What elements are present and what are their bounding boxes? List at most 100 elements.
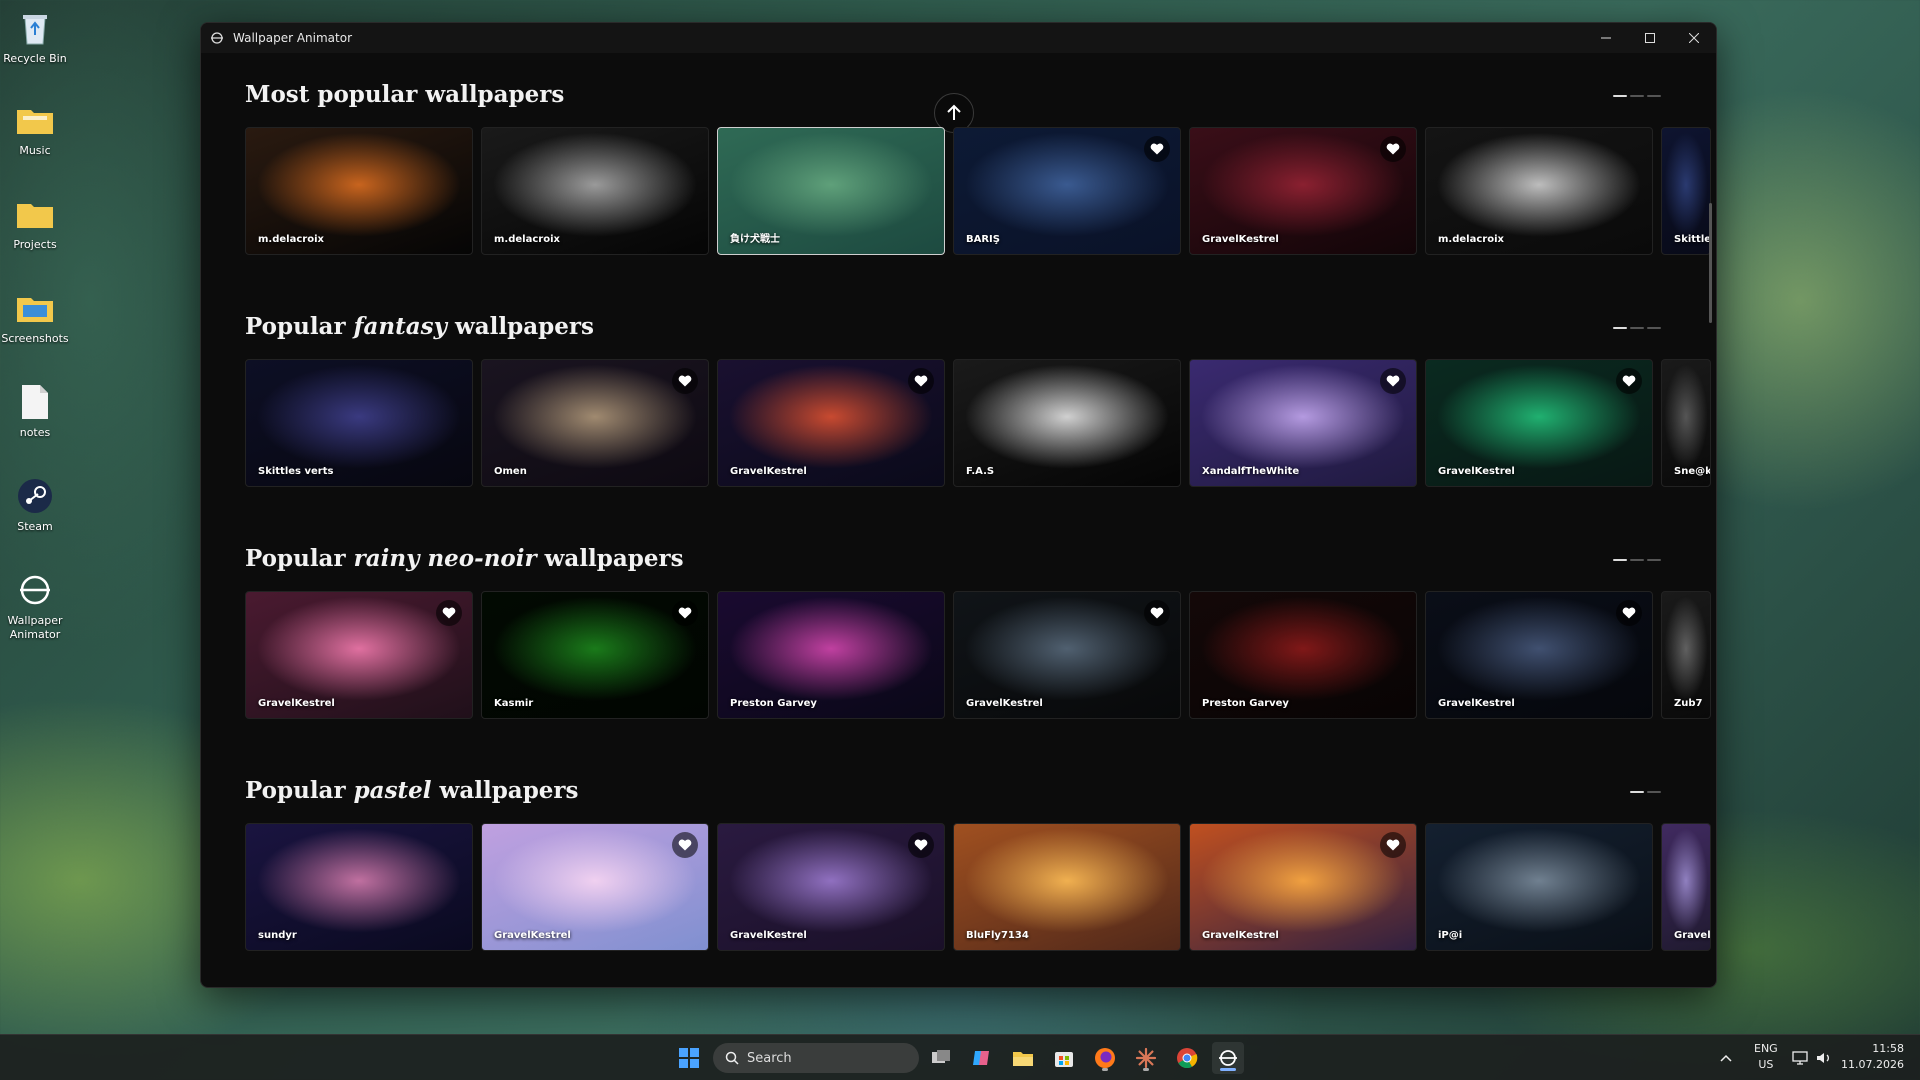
wallpaper-card[interactable]: GravelKestrel [717, 359, 945, 487]
carousel-page-dot[interactable] [1613, 95, 1627, 97]
wallpaper-card[interactable]: F.A.S [953, 359, 1181, 487]
desktop-icon-screenshots[interactable]: Screenshots [0, 288, 70, 368]
wallpaper-card[interactable]: Preston Garvey [1189, 591, 1417, 719]
wallpaper-card[interactable]: GravelKestrel [1425, 591, 1653, 719]
wallpaper-card[interactable]: Preston Garvey [717, 591, 945, 719]
wallpaper-section: Popular fantasy wallpapers Skittles verts… [245, 307, 1711, 487]
chrome-button[interactable] [1171, 1042, 1203, 1074]
favorite-button[interactable] [672, 600, 698, 626]
tray-overflow-button[interactable] [1720, 1035, 1732, 1080]
wallpaper-card[interactable]: Skittles [1661, 127, 1711, 255]
favorite-button[interactable] [1380, 832, 1406, 858]
carousel-page-dot[interactable] [1647, 791, 1661, 793]
desktop-icon-music[interactable]: Music [0, 100, 70, 180]
wallpaper-author: sundyr [258, 930, 297, 941]
wallpaper-card[interactable]: GravelKestrel [481, 823, 709, 951]
wallpaper-card[interactable]: GravelKestrel [1189, 127, 1417, 255]
minimize-button[interactable] [1584, 23, 1628, 53]
carousel-page-dot[interactable] [1613, 327, 1627, 329]
volume-control[interactable] [1816, 1035, 1832, 1080]
start-icon [679, 1048, 699, 1068]
wallpaper-card[interactable]: iP@i [1425, 823, 1653, 951]
wallpaper-author: Skittles [1674, 234, 1711, 245]
wallpaper-card[interactable]: BluFly7134 [953, 823, 1181, 951]
wallpaper-animator-taskbar-button[interactable] [1212, 1042, 1244, 1074]
start-button[interactable] [673, 1042, 705, 1074]
scrollbar[interactable] [1709, 203, 1712, 323]
favorite-button[interactable] [1144, 136, 1170, 162]
desktop-icon-recycle-bin[interactable]: Recycle Bin [0, 8, 70, 88]
favorite-button[interactable] [908, 832, 934, 858]
wallpaper-card[interactable]: Sne@k [1661, 359, 1711, 487]
carousel-page-dot[interactable] [1613, 559, 1627, 561]
file-explorer-button[interactable] [1007, 1042, 1039, 1074]
carousel-page-dot[interactable] [1630, 559, 1644, 561]
section-title-suffix: wallpapers [446, 313, 594, 340]
wallpaper-card[interactable]: GravelKestrel [245, 591, 473, 719]
carousel-page-indicator[interactable] [1613, 559, 1661, 561]
wallpaper-card[interactable]: GravelKestrel [1189, 823, 1417, 951]
close-button[interactable] [1672, 23, 1716, 53]
wallpaper-author: Preston Garvey [1202, 698, 1289, 709]
section-title-suffix: wallpapers [431, 777, 579, 804]
carousel-page-indicator[interactable] [1630, 791, 1661, 793]
carousel-page-dot[interactable] [1647, 559, 1661, 561]
task-view-button[interactable] [925, 1042, 957, 1074]
desktop-icon-steam[interactable]: Steam [0, 476, 70, 556]
carousel-page-dot[interactable] [1647, 327, 1661, 329]
favorite-button[interactable] [1380, 136, 1406, 162]
carousel-page-dot[interactable] [1647, 95, 1661, 97]
title-bar[interactable]: Wallpaper Animator [201, 23, 1716, 53]
desktop-icon-wallpaper-animator[interactable]: Wallpaper Animator [0, 570, 70, 650]
carousel-page-dot[interactable] [1630, 791, 1644, 793]
favorite-button[interactable] [436, 600, 462, 626]
maximize-button[interactable] [1628, 23, 1672, 53]
wallpaper-card[interactable]: Zub7 [1661, 591, 1711, 719]
wallpaper-author: GravelKestrel [966, 698, 1043, 709]
clock[interactable]: 11:58 11.07.2026 [1841, 1041, 1904, 1073]
heart-icon [678, 607, 692, 619]
firefox-button[interactable] [1089, 1042, 1121, 1074]
favorite-button[interactable] [908, 368, 934, 394]
wallpaper-card[interactable]: GravelKestrel [953, 591, 1181, 719]
store-button[interactable] [1048, 1042, 1080, 1074]
clock-date: 11.07.2026 [1841, 1058, 1904, 1071]
section-title-prefix: Popular [245, 545, 354, 572]
heart-icon [1386, 375, 1400, 387]
wallpaper-card[interactable]: BARIŞ [953, 127, 1181, 255]
close-icon [1689, 33, 1699, 43]
wallpaper-card[interactable]: Omen [481, 359, 709, 487]
carousel-page-dot[interactable] [1630, 327, 1644, 329]
favorite-button[interactable] [1616, 368, 1642, 394]
wallpaper-card[interactable]: GravelKestrel [1425, 359, 1653, 487]
wallpaper-card[interactable]: Skittles verts [245, 359, 473, 487]
taskbar-search[interactable]: Search [713, 1043, 919, 1073]
favorite-button[interactable] [1380, 368, 1406, 394]
carousel-page-indicator[interactable] [1613, 95, 1661, 97]
wallpaper-card[interactable]: 負け犬戦士 [717, 127, 945, 255]
favorite-button[interactable] [672, 368, 698, 394]
wallpaper-author: m.delacroix [258, 234, 324, 245]
favorite-button[interactable] [1144, 600, 1170, 626]
language-indicator[interactable]: ENG US [1754, 1041, 1778, 1073]
wallpaper-card[interactable]: Kasmir [481, 591, 709, 719]
wallpaper-author: BARIŞ [966, 234, 1000, 245]
wallpaper-card[interactable]: m.delacroix [1425, 127, 1653, 255]
network-status[interactable] [1792, 1035, 1808, 1080]
carousel-page-dot[interactable] [1630, 95, 1644, 97]
desktop-icon-notes[interactable]: notes [0, 382, 70, 462]
wallpaper-carousel: GravelKestrel Kasmir Preston Garvey GravelK… [245, 591, 1711, 721]
copilot-button[interactable] [966, 1042, 998, 1074]
desktop-icon-projects[interactable]: Projects [0, 194, 70, 274]
wallpaper-card[interactable]: m.delacroix [245, 127, 473, 255]
claude-button[interactable] [1130, 1042, 1162, 1074]
favorite-button[interactable] [672, 832, 698, 858]
wallpaper-card[interactable]: GravelKestrel [717, 823, 945, 951]
favorite-button[interactable] [1616, 600, 1642, 626]
wallpaper-card[interactable]: XandalfTheWhite [1189, 359, 1417, 487]
wallpaper-card[interactable]: Gravel [1661, 823, 1711, 951]
heart-icon [1622, 375, 1636, 387]
carousel-page-indicator[interactable] [1613, 327, 1661, 329]
wallpaper-card[interactable]: m.delacroix [481, 127, 709, 255]
wallpaper-card[interactable]: sundyr [245, 823, 473, 951]
